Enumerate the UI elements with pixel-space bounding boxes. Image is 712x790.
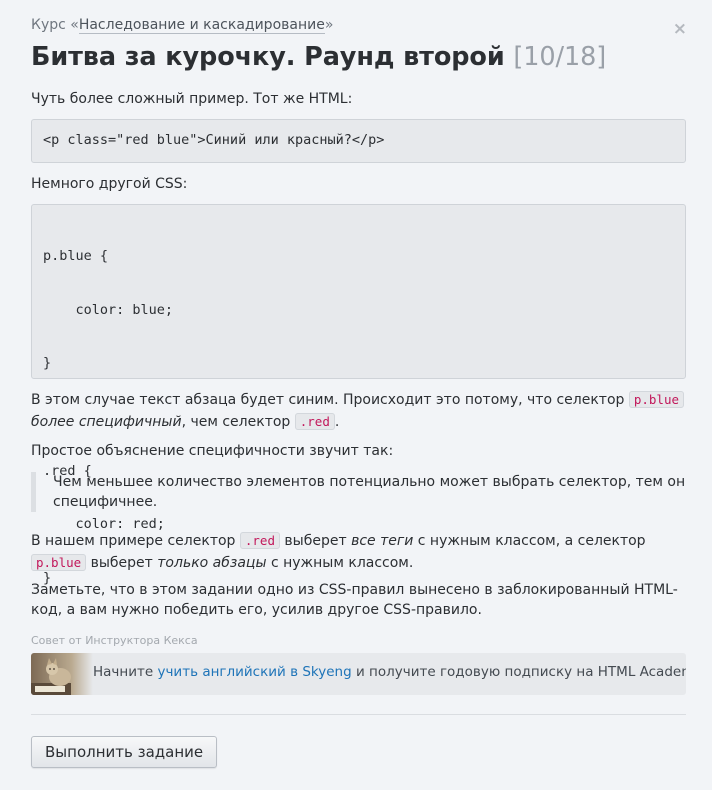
submit-task-button[interactable]: Выполнить задание bbox=[31, 736, 218, 768]
intro-text: Чуть более сложный пример. Тот же HTML: bbox=[31, 91, 353, 107]
code-line: } bbox=[43, 355, 52, 372]
emphasis-text: более специфичный bbox=[31, 414, 182, 430]
inline-code-p-blue: p.blue bbox=[31, 554, 87, 571]
example-part: с нужным классом. bbox=[266, 555, 414, 571]
tip-text-part: Начните bbox=[93, 664, 158, 680]
specificity-quote: Чем меньшее количество элементов потенци… bbox=[31, 472, 686, 512]
divider bbox=[31, 714, 686, 715]
example-part: В нашем примере селектор bbox=[31, 533, 240, 549]
tip-banner: Начните учить английский в Skyeng и полу… bbox=[31, 653, 686, 695]
inline-code-red: .red bbox=[239, 532, 280, 549]
breadcrumb: Курс «Наследование и каскадирование» bbox=[31, 17, 334, 34]
note-text: Заметьте, что в этом задании одно из CSS… bbox=[31, 582, 678, 618]
breadcrumb-prefix: Курс « bbox=[31, 17, 79, 33]
task-panel: × Курс «Наследование и каскадирование» Б… bbox=[0, 0, 712, 790]
example-text: В нашем примере селектор .red выберет вс… bbox=[31, 530, 686, 574]
tip-text: Начните учить английский в Skyeng и полу… bbox=[93, 664, 686, 680]
tip-text-part: и получите годовую подписку на HTML Acad… bbox=[351, 664, 686, 680]
explanation-part: , чем селектор bbox=[181, 414, 295, 430]
inline-code-p-blue: p.blue bbox=[628, 391, 684, 408]
code-line: color: blue; bbox=[43, 301, 174, 318]
simple-intro-text: Простое объяснение специфичности звучит … bbox=[31, 443, 394, 459]
explanation-text: В этом случае текст абзаца будет синим. … bbox=[31, 389, 686, 433]
explanation-part: В этом случае текст абзаца будет синим. … bbox=[31, 392, 629, 408]
inline-code-red: .red bbox=[294, 413, 335, 430]
close-icon[interactable]: × bbox=[673, 19, 687, 39]
task-title: Битва за курочку. Раунд второй bbox=[31, 42, 505, 72]
page-title: Битва за курочку. Раунд второй [10/18] bbox=[31, 42, 606, 72]
example-part: выберет bbox=[279, 533, 352, 549]
task-counter: [10/18] bbox=[513, 42, 607, 72]
breadcrumb-suffix: » bbox=[324, 17, 334, 33]
emphasis-text: только абзацы bbox=[157, 555, 267, 571]
code-line: p.blue { bbox=[43, 248, 109, 264]
explanation-part: . bbox=[334, 414, 340, 430]
emphasis-text: все теги bbox=[351, 533, 414, 549]
example-part: выберет bbox=[90, 555, 158, 571]
course-link[interactable]: Наследование и каскадирование bbox=[78, 17, 325, 34]
tip-label: Совет от Инструктора Кекса bbox=[31, 634, 198, 647]
example-part: с нужным классом, а селектор bbox=[413, 533, 646, 549]
skyeng-link[interactable]: учить английский в Skyeng bbox=[157, 664, 351, 680]
html-code-block: <p class="red blue">Синий или красный?</… bbox=[31, 119, 686, 163]
css-intro-text: Немного другой CSS: bbox=[31, 176, 188, 192]
css-code-block: p.blue { color: blue; } .red { color: re… bbox=[31, 204, 686, 586]
cat-photo-icon bbox=[31, 653, 93, 695]
